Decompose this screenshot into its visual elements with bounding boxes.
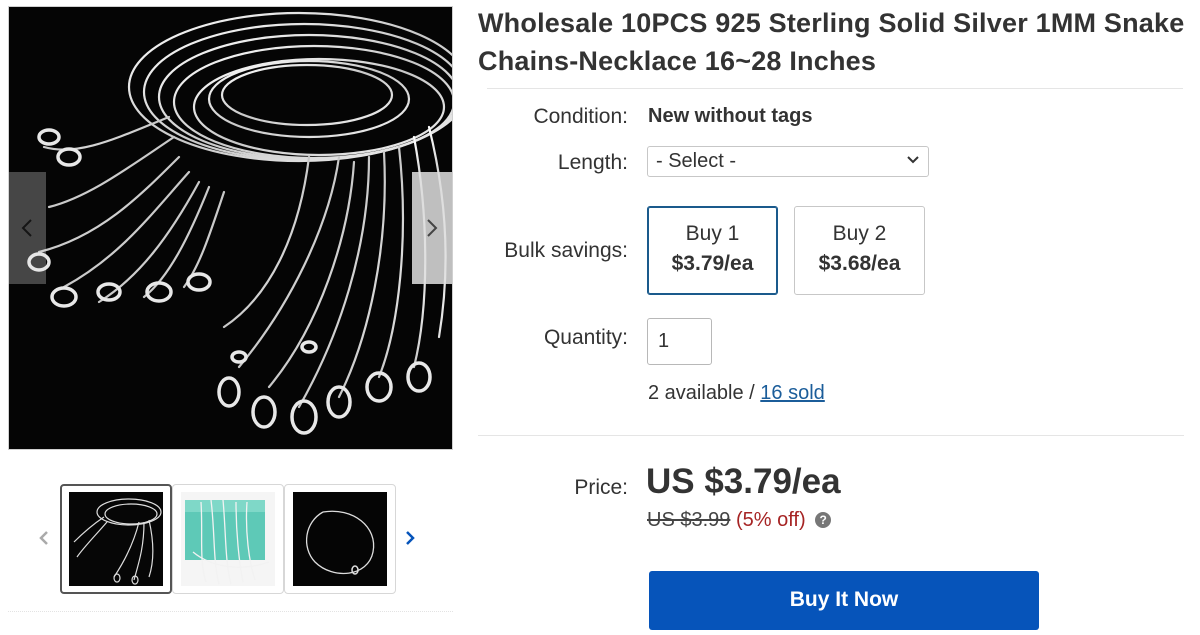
length-select[interactable]: - Select - [647, 146, 929, 177]
chevron-down-icon [907, 156, 919, 164]
gallery-bottom-divider [8, 611, 453, 612]
chevron-left-icon [21, 219, 32, 237]
discount-percent: (5% off) [735, 509, 806, 531]
bulk-savings-label: Bulk savings: [504, 239, 628, 262]
bulk-option-price: $3.79/ea [671, 252, 754, 275]
available-count: 2 available [648, 382, 744, 404]
bulk-option-qty: Buy 1 [685, 222, 740, 245]
thumbnail-prev-button[interactable] [34, 526, 54, 550]
info-icon[interactable]: ? [815, 512, 832, 528]
thumb-silver-chains-teal-box [181, 492, 275, 586]
price-label: Price: [574, 476, 628, 499]
thumb-silver-chains-black [69, 492, 163, 586]
title-divider [487, 88, 1183, 89]
thumbnail-next-button[interactable] [400, 526, 420, 550]
chevron-right-icon [427, 219, 438, 237]
quantity-input[interactable]: 1 [647, 318, 712, 365]
thumbnail-3[interactable] [284, 484, 396, 594]
bulk-option-buy-1[interactable]: Buy 1 $3.79/ea [647, 206, 778, 295]
thumbnail-2[interactable] [172, 484, 284, 594]
condition-label: Condition: [533, 105, 628, 128]
bulk-option-qty: Buy 2 [832, 222, 887, 245]
buy-it-now-button[interactable]: Buy It Now [649, 571, 1039, 630]
condition-value: New without tags [648, 105, 813, 127]
original-price: US $3.99 [647, 509, 731, 531]
thumb-single-chain-black [293, 492, 387, 586]
price-divider [478, 435, 1184, 436]
current-price: US $3.79/ea [646, 462, 841, 501]
main-product-image[interactable] [8, 6, 453, 450]
availability-text: 2 available / 16 sold [648, 382, 825, 405]
original-price-row: US $3.99 (5% off) ? [647, 509, 832, 532]
next-image-button[interactable] [412, 172, 452, 284]
length-select-value: - Select - [656, 150, 737, 172]
bulk-option-buy-2[interactable]: Buy 2 $3.68/ea [794, 206, 925, 295]
sold-count-link[interactable]: 16 sold [760, 382, 825, 404]
silver-chains-illustration [27, 11, 452, 435]
item-title: Wholesale 10PCS 925 Sterling Solid Silve… [478, 8, 1185, 76]
bulk-option-price: $3.68/ea [818, 252, 901, 275]
quantity-label: Quantity: [543, 326, 628, 349]
availability-separator: / [743, 382, 761, 404]
chevron-right-icon [406, 531, 415, 545]
chevron-left-icon [39, 531, 48, 545]
thumbnail-strip [30, 480, 430, 600]
length-label: Length: [557, 151, 628, 174]
previous-image-button[interactable] [8, 172, 46, 284]
thumbnail-1[interactable] [60, 484, 172, 594]
